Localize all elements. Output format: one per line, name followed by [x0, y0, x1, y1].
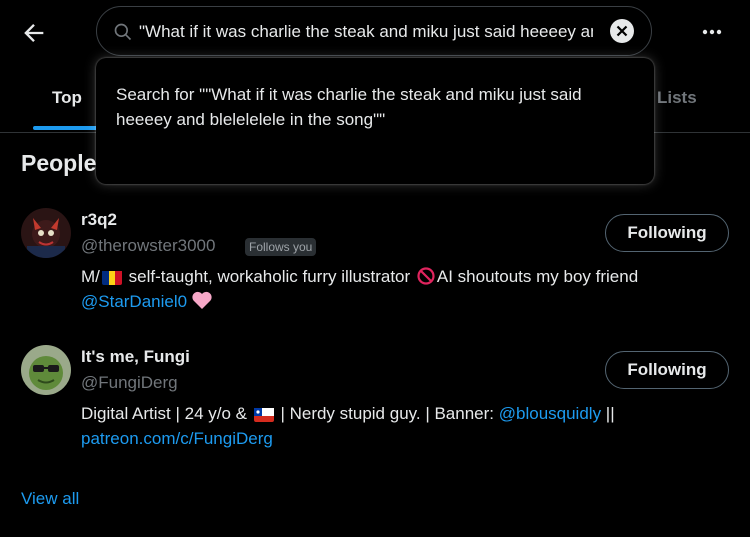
bio-text: self-taught, workaholic furry illustrato…	[123, 267, 415, 286]
clear-search-button[interactable]	[610, 19, 634, 43]
close-icon	[616, 25, 628, 37]
following-button[interactable]: Following	[605, 214, 729, 252]
search-suggestion-item[interactable]: Search for ""What if it was charlie the …	[116, 82, 636, 132]
chile-flag-icon	[253, 406, 274, 422]
suggestion-prefix: Search for	[116, 85, 200, 104]
more-options-icon[interactable]	[698, 22, 726, 42]
active-tab-indicator	[33, 126, 103, 130]
back-arrow-icon[interactable]	[20, 19, 48, 47]
following-button[interactable]: Following	[605, 351, 729, 389]
search-icon	[113, 22, 133, 42]
bio-text: | Nerdy stupid guy. | Banner:	[275, 404, 499, 423]
user-bio: M/ self-taught, workaholic furry illustr…	[81, 264, 741, 317]
pink-heart-icon	[191, 290, 213, 317]
bio-text: AI shoutouts my boy friend	[436, 267, 639, 286]
bio-text: ||	[601, 404, 615, 423]
follows-you-badge: Follows you	[245, 238, 317, 256]
search-input[interactable]	[139, 17, 593, 47]
mention-link[interactable]: @blousquidly	[499, 404, 601, 423]
user-handle[interactable]: @FungiDerg	[81, 373, 178, 393]
prohibited-icon	[417, 267, 435, 285]
user-name[interactable]: r3q2	[81, 210, 117, 230]
avatar[interactable]	[21, 208, 71, 258]
avatar[interactable]	[21, 345, 71, 395]
bio-text: M/	[81, 267, 100, 286]
mention-link[interactable]: @StarDaniel0	[81, 292, 187, 311]
patreon-link[interactable]: patreon.com/c/FungiDerg	[81, 429, 273, 448]
bio-text: Digital Artist | 24 y/o &	[81, 404, 252, 423]
search-box[interactable]	[96, 6, 652, 56]
section-title-people: People	[21, 150, 97, 176]
user-name[interactable]: It's me, Fungi	[81, 347, 190, 367]
view-all-link[interactable]: View all	[21, 489, 79, 509]
search-suggestion-dropdown: Search for ""What if it was charlie the …	[96, 58, 654, 184]
tab-lists[interactable]: Lists	[657, 88, 697, 108]
user-handle[interactable]: @therowster3000	[81, 236, 215, 256]
romania-flag-icon	[101, 269, 122, 285]
user-bio: Digital Artist | 24 y/o & | Nerdy stupid…	[81, 401, 741, 451]
tab-top[interactable]: Top	[52, 88, 82, 108]
